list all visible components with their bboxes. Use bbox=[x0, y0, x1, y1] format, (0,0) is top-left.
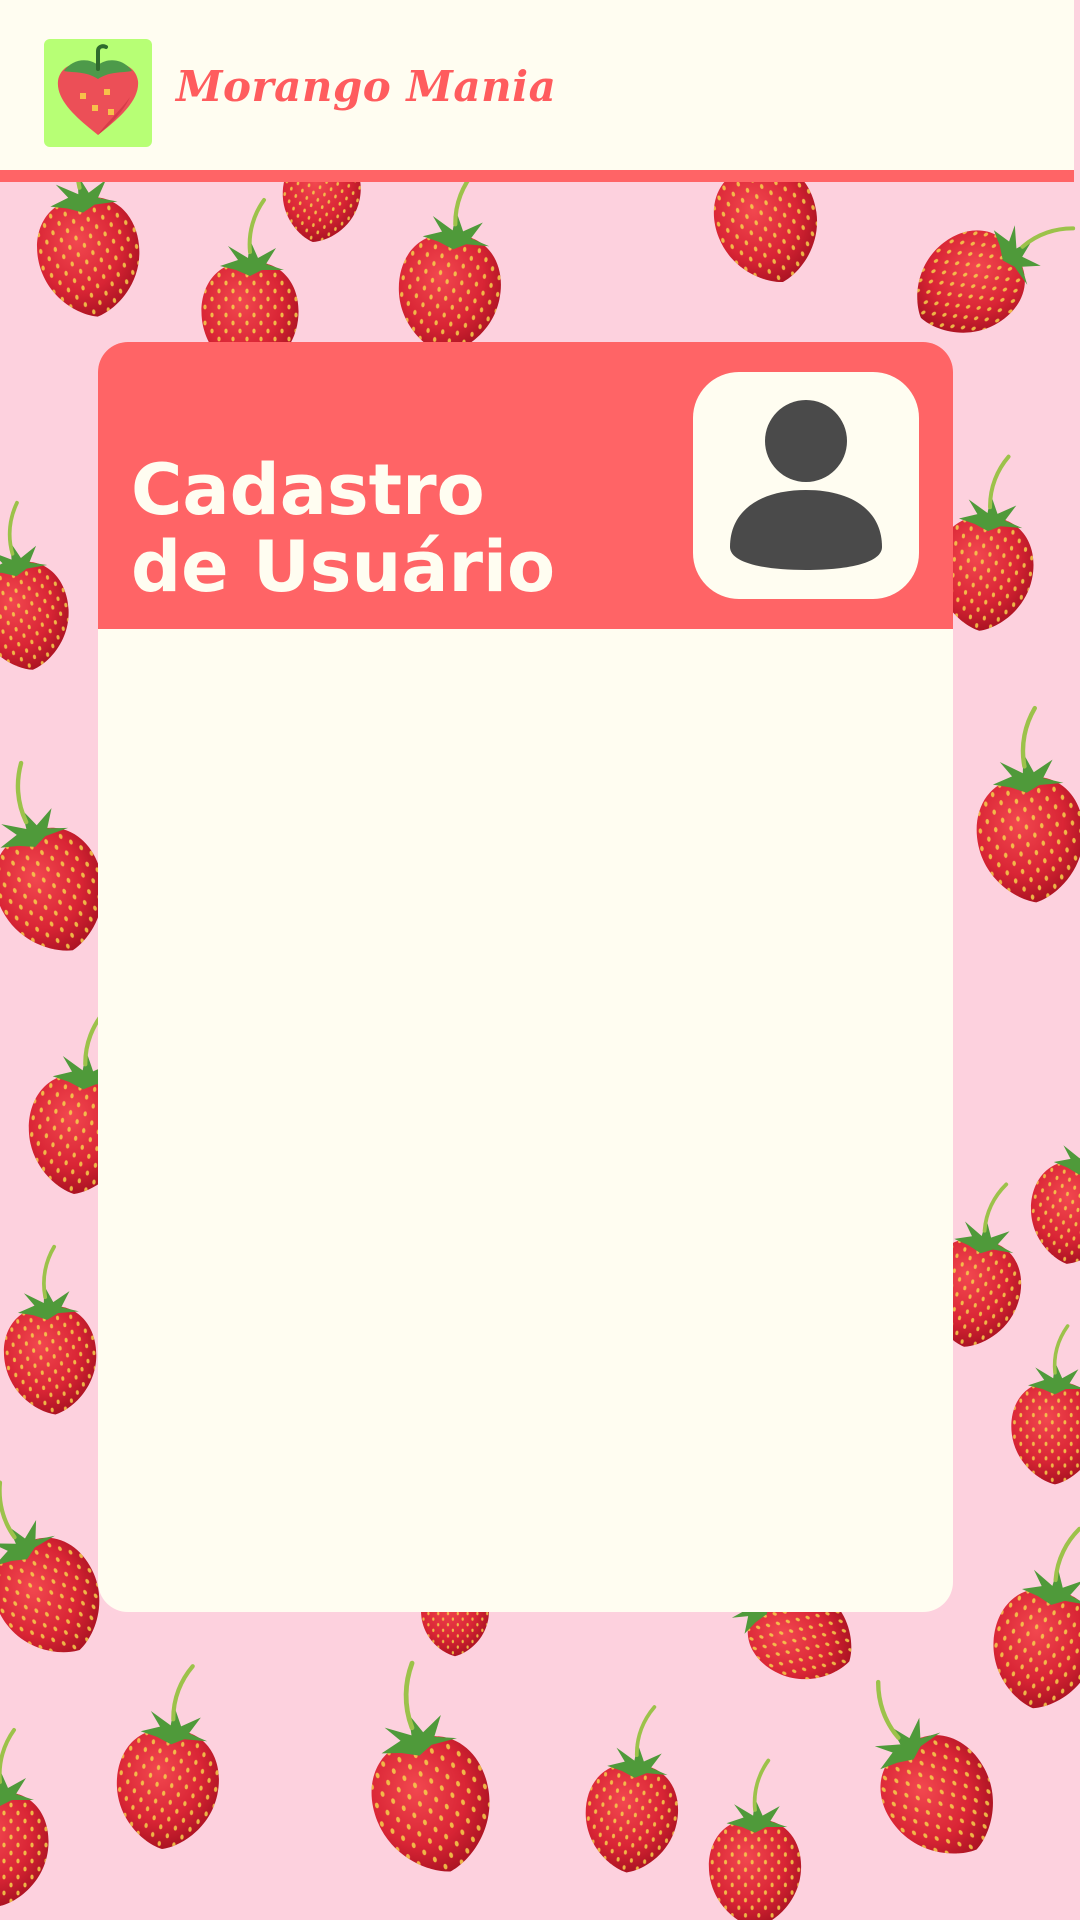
page-title-line-1: Cadastro bbox=[131, 449, 485, 531]
user-avatar-icon bbox=[730, 400, 882, 570]
card-body bbox=[98, 629, 953, 1612]
avatar[interactable] bbox=[693, 372, 919, 599]
page-title: Cadastro de Usuário bbox=[131, 452, 555, 606]
app-header: Morango Mania bbox=[0, 0, 1080, 182]
registration-card: Cadastro de Usuário bbox=[98, 342, 953, 1612]
brand-name: Morango Mania bbox=[176, 62, 557, 111]
strawberry-heart-icon bbox=[44, 39, 152, 147]
card-header: Cadastro de Usuário bbox=[98, 342, 953, 629]
page-title-line-2: de Usuário bbox=[131, 526, 556, 608]
